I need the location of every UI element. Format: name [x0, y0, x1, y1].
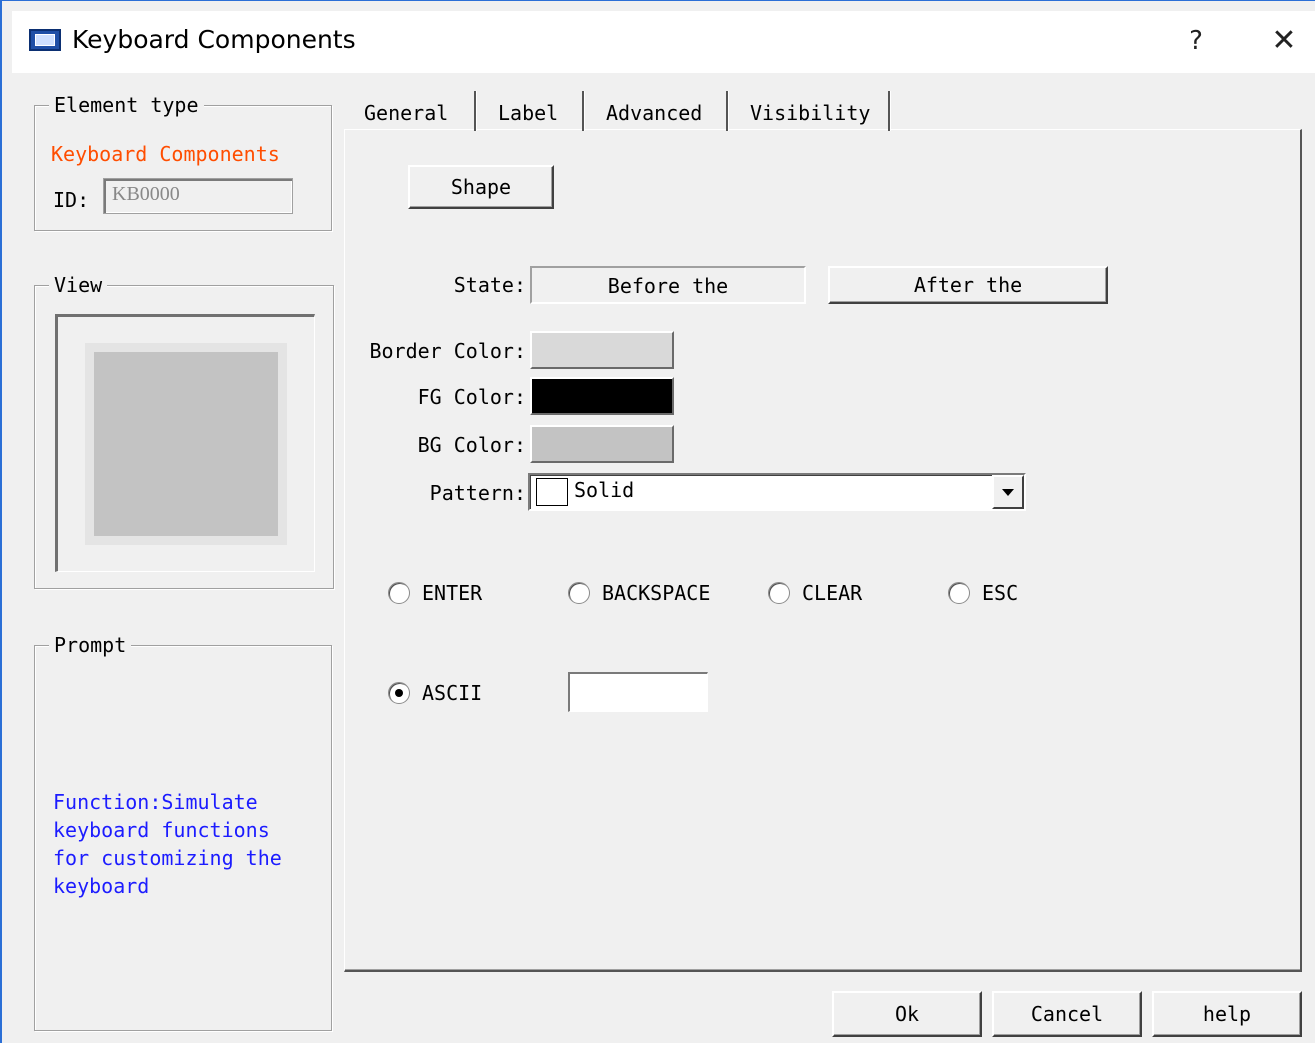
pattern-label: Pattern:	[429, 481, 526, 505]
fg-color-swatch[interactable]	[530, 377, 674, 415]
hmi-app-icon	[29, 29, 61, 51]
radio-enter-label: ENTER	[422, 581, 483, 605]
title-bar[interactable]: Keyboard Components ? ✕	[12, 11, 1315, 73]
pattern-value: Solid	[574, 478, 635, 502]
radio-ascii[interactable]: ASCII	[388, 679, 528, 709]
radio-backspace-circle[interactable]	[568, 582, 590, 604]
shape-button[interactable]: Shape	[408, 165, 554, 209]
radio-enter-circle[interactable]	[388, 582, 410, 604]
element-type-legend: Element type	[49, 93, 204, 117]
prompt-legend: Prompt	[49, 633, 132, 657]
state-after-button[interactable]: After the	[828, 266, 1108, 304]
id-label: ID:	[53, 188, 90, 212]
radio-ascii-circle[interactable]	[388, 682, 410, 704]
radio-esc-label: ESC	[982, 581, 1019, 605]
bg-color-swatch[interactable]	[530, 425, 674, 463]
state-label: State:	[453, 273, 526, 297]
tab-advanced[interactable]: Advanced	[606, 91, 728, 131]
radio-backspace[interactable]: BACKSPACE	[568, 579, 748, 609]
radio-clear-circle[interactable]	[768, 582, 790, 604]
radio-clear-label: CLEAR	[802, 581, 863, 605]
view-preview	[55, 314, 315, 572]
window-title: Keyboard Components	[72, 25, 356, 54]
pattern-select[interactable]: Solid	[528, 473, 1026, 511]
radio-ascii-label: ASCII	[422, 681, 483, 705]
prompt-group: Prompt Function:Simulate keyboard functi…	[34, 633, 332, 1031]
fg-color-label: FG Color:	[417, 385, 526, 409]
radio-clear[interactable]: CLEAR	[768, 579, 908, 609]
chevron-down-icon[interactable]	[992, 475, 1024, 509]
radio-backspace-label: BACKSPACE	[602, 581, 711, 605]
tab-visibility-label: Visibility	[750, 101, 871, 125]
border-color-label: Border Color:	[369, 339, 526, 363]
tab-general-label: General	[364, 101, 449, 125]
help-button[interactable]: help	[1152, 991, 1302, 1037]
pattern-preview	[536, 478, 568, 506]
radio-esc-circle[interactable]	[948, 582, 970, 604]
border-color-swatch[interactable]	[530, 331, 674, 369]
element-type-group: Element type Keyboard Components ID: KB0…	[34, 93, 332, 231]
preview-key	[94, 352, 278, 536]
id-field[interactable]: KB0000	[103, 178, 293, 214]
element-type-value: Keyboard Components	[51, 142, 280, 166]
ascii-input[interactable]	[568, 672, 708, 712]
tab-visibility[interactable]: Visibility	[750, 91, 890, 131]
ok-button[interactable]: Ok	[832, 991, 982, 1037]
tab-label[interactable]: Label	[498, 91, 584, 131]
bg-color-label: BG Color:	[417, 433, 526, 457]
cancel-button[interactable]: Cancel	[992, 991, 1142, 1037]
general-tab-panel	[344, 129, 1302, 972]
view-group: View	[34, 273, 334, 589]
state-before-button[interactable]: Before the	[530, 266, 806, 304]
radio-esc[interactable]: ESC	[948, 579, 1048, 609]
view-legend: View	[49, 273, 108, 297]
close-icon[interactable]: ✕	[1262, 19, 1306, 63]
tab-advanced-label: Advanced	[606, 101, 703, 125]
keyboard-components-dialog: Keyboard Components ? ✕ Element type Key…	[0, 0, 1315, 1043]
tab-label-label: Label	[498, 101, 559, 125]
prompt-text: Function:Simulate keyboard functions for…	[53, 790, 282, 898]
preview-key-outer	[85, 343, 287, 545]
radio-enter[interactable]: ENTER	[388, 579, 528, 609]
tab-general[interactable]: General	[364, 91, 476, 131]
help-question-icon[interactable]: ?	[1174, 19, 1218, 63]
